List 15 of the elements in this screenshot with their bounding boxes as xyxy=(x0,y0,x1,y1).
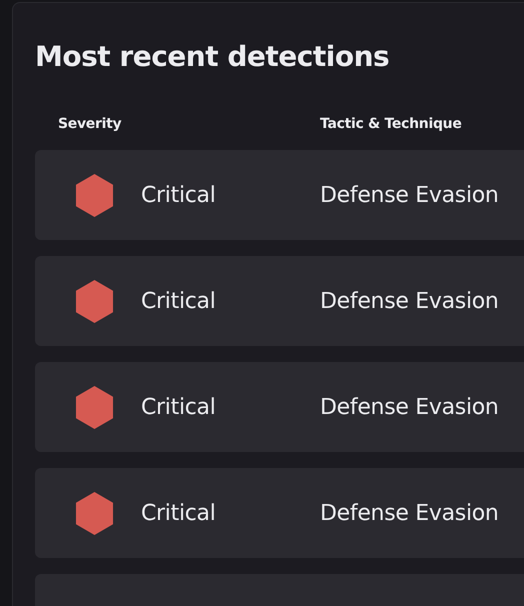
tactic-text: Defense Evasion xyxy=(320,394,499,420)
tactic-text: Defense Evasion xyxy=(320,182,499,208)
table-row[interactable]: Critical Defense Evasion xyxy=(35,468,524,558)
tactic-text: Defense Evasion xyxy=(320,500,499,526)
tactic-text: Defense Evasion xyxy=(320,288,499,314)
table-row[interactable]: Critical Defense Evasion xyxy=(35,150,524,240)
severity-text: Critical xyxy=(141,394,217,420)
severity-text: Critical xyxy=(141,288,217,314)
severity-text: Critical xyxy=(141,500,217,526)
column-header: Severity xyxy=(57,116,122,132)
table-row[interactable]: Critical Defense Evasion xyxy=(35,256,524,346)
panel-title: Most recent detections xyxy=(35,39,390,75)
column-header: Tactic & Technique xyxy=(320,116,462,132)
table-row[interactable]: Critical Defense Evasion xyxy=(35,362,524,452)
severity-text: Critical xyxy=(141,182,217,208)
